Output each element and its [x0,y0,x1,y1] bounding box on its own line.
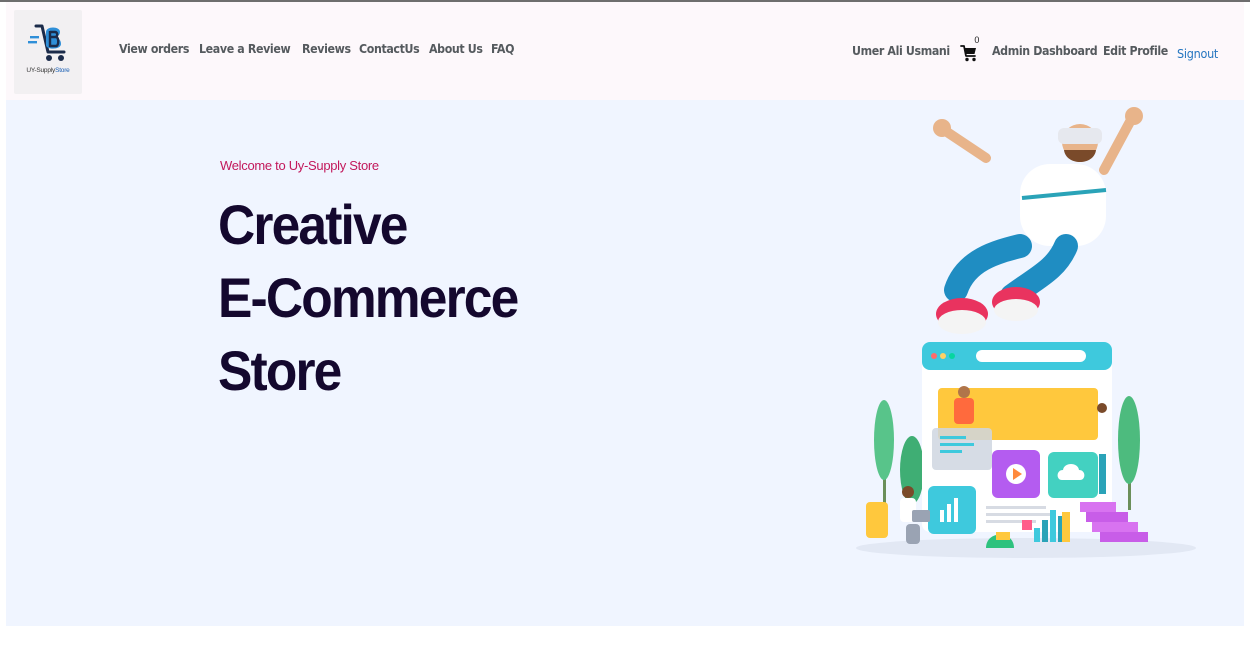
logo-text-secondary: Store [55,67,70,74]
hero-section: Welcome to Uy-Supply Store Creative E-Co… [6,100,1244,626]
stairs-graphic [1080,502,1148,542]
edit-profile-link[interactable]: Edit Profile [1103,44,1168,58]
headline-line-3: Store [218,339,342,402]
cart-button[interactable]: 0 [960,35,982,62]
primary-nav: View orders Leave a Review Reviews Conta… [119,42,515,56]
brand-logo[interactable]: UY-SupplyStore [14,10,82,94]
tree-icon [1118,396,1140,510]
nav-view-orders[interactable]: View orders [119,42,189,56]
logo-text-primary: UY-Supply [26,67,56,74]
nav-faq[interactable]: FAQ [491,42,514,56]
nav-contact-us[interactable]: ContactUs [359,42,420,56]
admin-dashboard-link[interactable]: Admin Dashboard [992,44,1098,58]
headline-line-1: Creative [218,193,408,256]
cart-logo-icon [28,24,66,61]
nav-about-us[interactable]: About Us [429,42,483,56]
headline-line-2: E-Commerce [218,266,519,329]
navbar: UY-SupplyStore View orders Leave a Revie… [6,2,1244,100]
cart-count-badge: 0 [974,35,980,45]
sitting-person-figure [866,486,930,544]
tree-icon [874,400,924,510]
user-name-link[interactable]: Umer Ali Usmani [852,44,950,58]
hero-headline: Creative E-Commerce Store [218,188,519,407]
nav-reviews[interactable]: Reviews [302,42,351,56]
account-nav: Umer Ali Usmani 0 Admin Dashboard Edit P… [852,35,1223,62]
cart-icon [960,45,977,62]
vr-man-figure [933,107,1143,334]
welcome-text: Welcome to Uy-Supply Store [220,158,379,173]
hero-illustration [856,107,1196,558]
logo-text: UY-SupplyStore [14,67,82,74]
nav-leave-review[interactable]: Leave a Review [199,42,291,56]
signout-link[interactable]: Signout [1177,46,1218,61]
